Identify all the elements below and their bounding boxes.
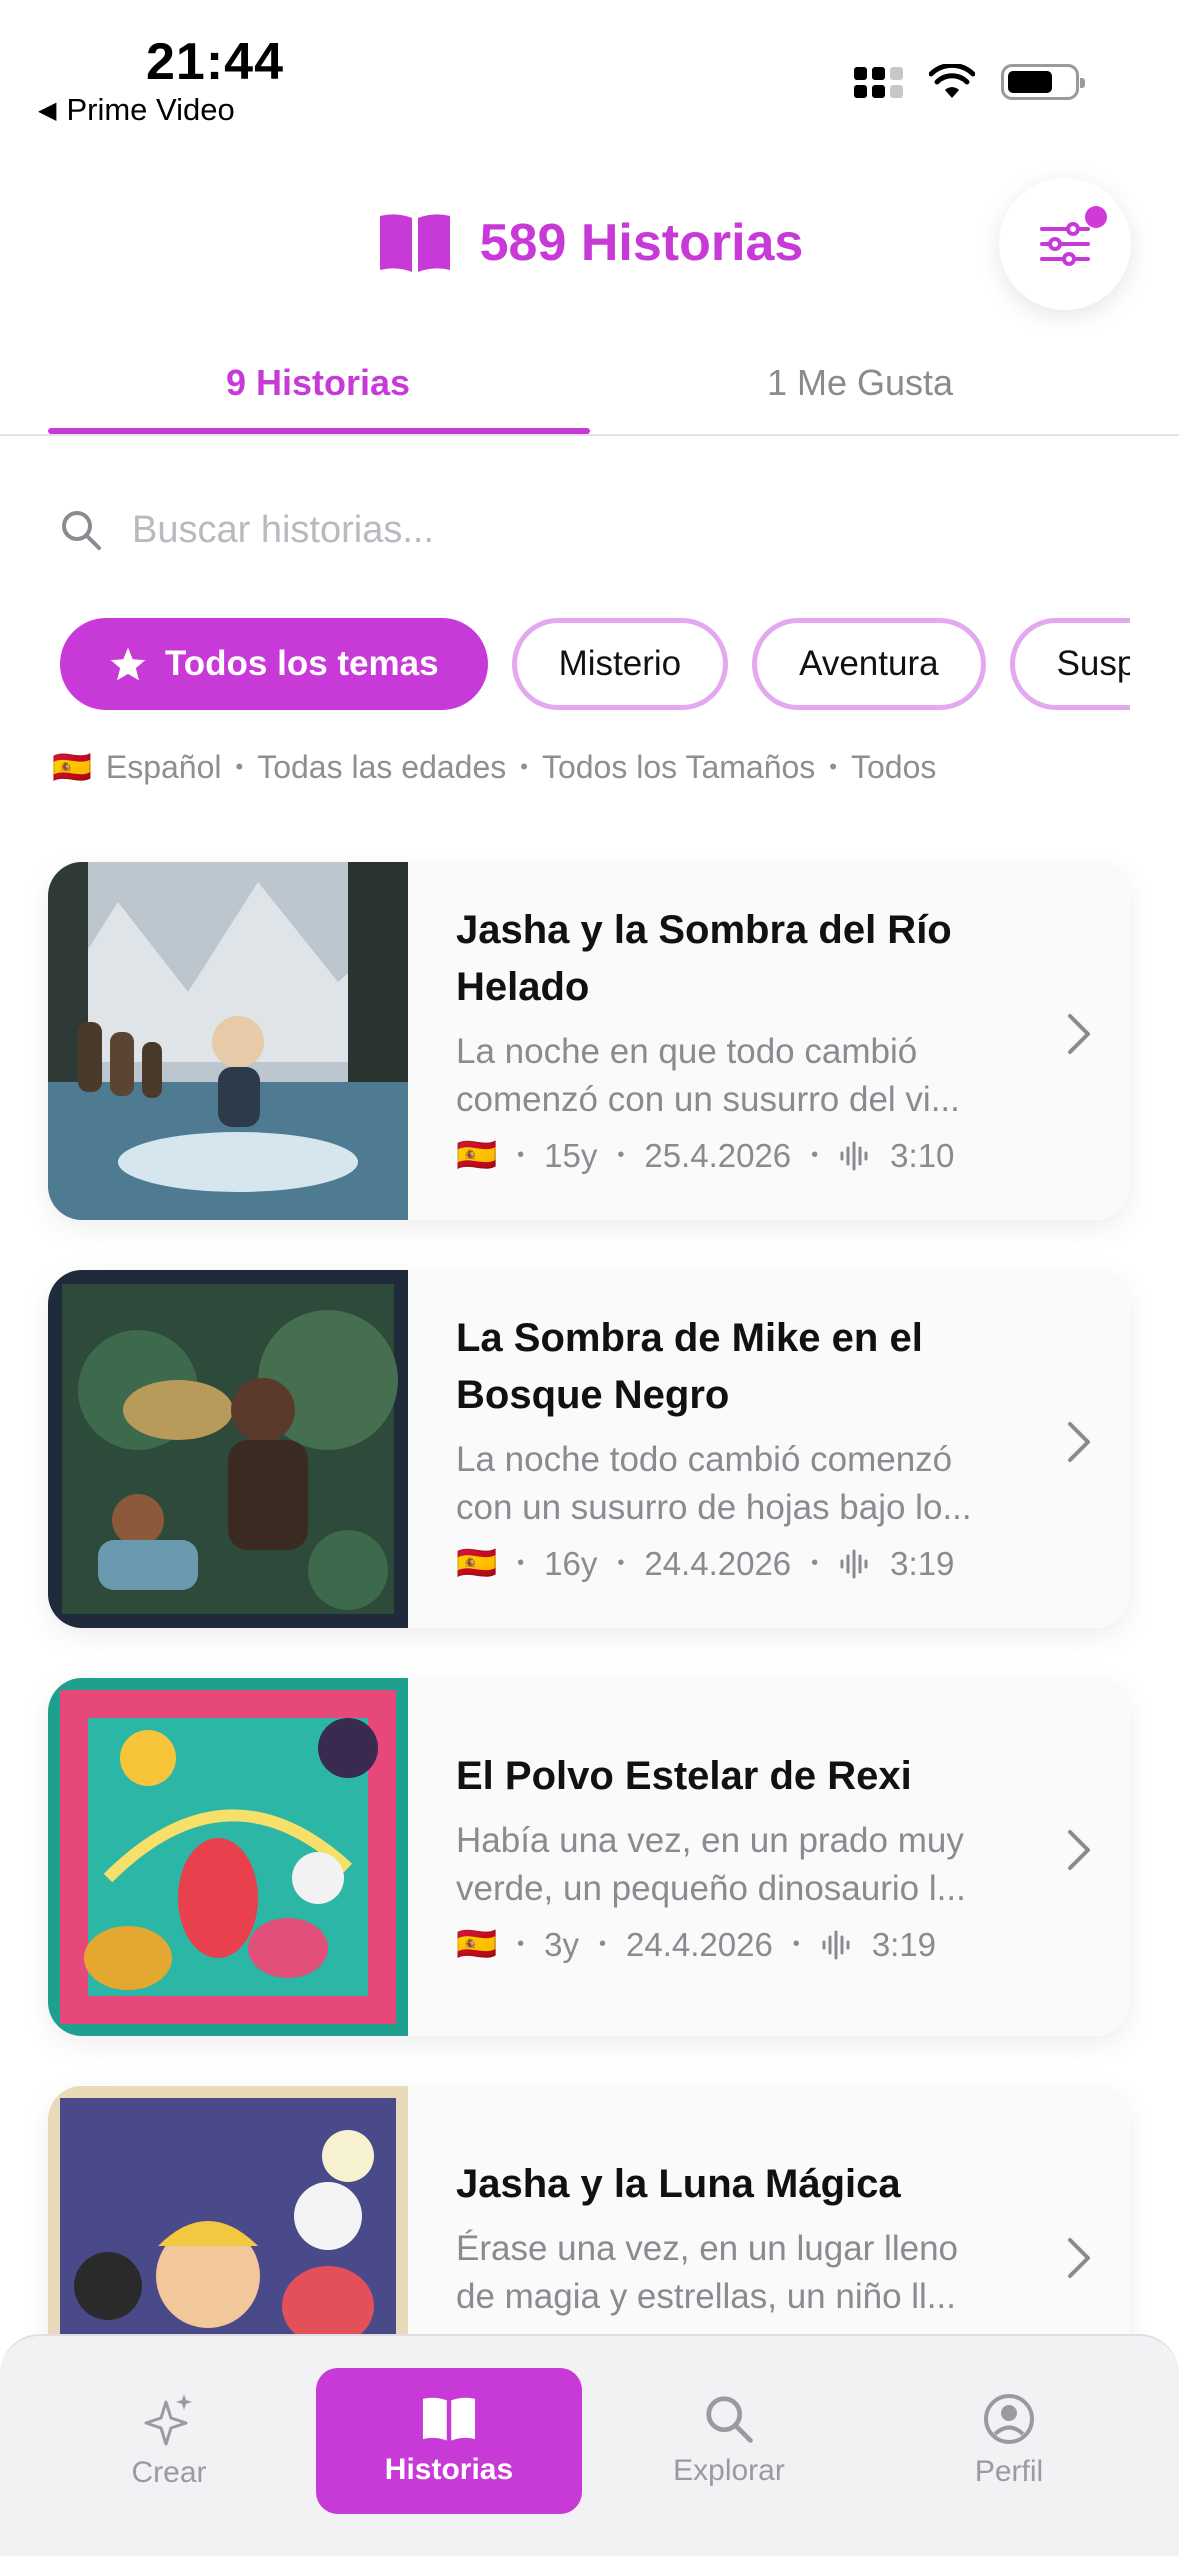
story-meta: 🇪🇸 • 15y • 25.4.2026 • 3:10 bbox=[456, 1136, 1056, 1175]
sliders-icon bbox=[1040, 222, 1090, 266]
story-meta: 🇪🇸 • 3y • 24.4.2026 • 3:19 bbox=[456, 1925, 1056, 1964]
story-duration: 3:19 bbox=[890, 1544, 955, 1582]
story-title: La Sombra de Mike en el Bosque Negro bbox=[456, 1316, 923, 1417]
story-card-body: Jasha y la Sombra del Río Helado La noch… bbox=[456, 902, 1056, 1175]
story-thumbnail bbox=[48, 862, 408, 1220]
chevron-right-icon bbox=[1068, 1830, 1090, 1870]
separator-dot: • bbox=[829, 754, 837, 779]
story-excerpt: Había una vez, en un prado muy verde, un… bbox=[456, 1821, 966, 1908]
story-duration: 3:10 bbox=[890, 1136, 955, 1174]
chevron-right-icon bbox=[1068, 1422, 1090, 1462]
separator-dot: • bbox=[811, 1144, 819, 1166]
story-age: 15y bbox=[544, 1136, 598, 1174]
search-icon bbox=[62, 511, 101, 550]
story-excerpt: La noche todo cambió comenzó con un susu… bbox=[456, 1440, 972, 1527]
nav-historias[interactable]: Historias bbox=[316, 2368, 582, 2514]
bottom-navigation: Crear Historias Explorar Perfil bbox=[0, 2334, 1179, 2556]
story-date: 25.4.2026 bbox=[644, 1136, 792, 1174]
story-title: Jasha y la Sombra del Río Helado bbox=[456, 908, 952, 1009]
filter-other: Todos bbox=[851, 748, 937, 785]
stories-count-title: 589 Historias bbox=[479, 214, 804, 272]
nav-label: Explorar bbox=[673, 2454, 785, 2487]
cellular-signal-icon bbox=[854, 66, 903, 98]
search-bar bbox=[60, 490, 1120, 570]
story-thumbnail bbox=[48, 1270, 408, 1628]
nav-label: Historias bbox=[384, 2453, 514, 2486]
story-thumbnail bbox=[48, 1678, 408, 2036]
story-age: 3y bbox=[544, 1925, 579, 1963]
tab-bar: 9 Historias 1 Me Gusta bbox=[0, 348, 1179, 436]
separator-dot: • bbox=[517, 1552, 525, 1574]
story-date: 24.4.2026 bbox=[625, 1925, 773, 1963]
status-time: 21:44 bbox=[146, 33, 284, 91]
nav-label: Perfil bbox=[974, 2455, 1044, 2488]
star-icon bbox=[110, 647, 146, 681]
story-card[interactable]: Jasha y la Sombra del Río Helado La noch… bbox=[48, 862, 1130, 1220]
filter-language: Español bbox=[105, 748, 222, 785]
story-card-body: La Sombra de Mike en el Bosque Negro La … bbox=[456, 1310, 1056, 1583]
story-age: 16y bbox=[544, 1544, 598, 1582]
profile-icon bbox=[984, 2394, 1034, 2444]
story-meta: 🇪🇸 • 16y • 24.4.2026 • 3:19 bbox=[456, 1544, 1056, 1583]
spain-flag-icon: 🇪🇸 bbox=[52, 749, 92, 785]
search-icon bbox=[706, 2396, 753, 2443]
filter-button[interactable] bbox=[999, 178, 1131, 310]
story-duration: 3:19 bbox=[871, 1925, 937, 1963]
back-to-app-link[interactable]: ◀ Prime Video bbox=[38, 92, 235, 128]
chip-misterio[interactable]: Misterio bbox=[511, 618, 729, 710]
separator-dot: • bbox=[617, 1144, 625, 1166]
chip-suspenso[interactable]: Suspenso bbox=[1009, 618, 1130, 710]
wifi-icon bbox=[929, 64, 975, 98]
nav-crear[interactable]: Crear bbox=[36, 2368, 302, 2514]
search-input[interactable] bbox=[132, 508, 1032, 552]
separator-dot: • bbox=[517, 1144, 525, 1166]
spain-flag-icon: 🇪🇸 bbox=[456, 1136, 498, 1173]
back-app-label: Prime Video bbox=[66, 92, 235, 127]
nav-perfil[interactable]: Perfil bbox=[876, 2368, 1142, 2514]
filter-sizes: Todos los Tamaños bbox=[541, 748, 816, 785]
story-excerpt: Érase una vez, en un lugar lleno de magi… bbox=[456, 2229, 958, 2316]
book-icon bbox=[379, 214, 450, 272]
book-icon bbox=[422, 2397, 476, 2441]
battery-icon bbox=[1001, 64, 1085, 100]
active-filters-summary[interactable]: 🇪🇸 Español • Todas las edades • Todos lo… bbox=[52, 748, 936, 786]
nav-label: Crear bbox=[131, 2456, 207, 2489]
spain-flag-icon: 🇪🇸 bbox=[456, 1544, 498, 1581]
chip-aventura[interactable]: Aventura bbox=[752, 618, 986, 710]
audio-waveform-icon bbox=[840, 1141, 868, 1170]
filter-active-badge bbox=[1085, 206, 1107, 228]
story-card[interactable]: La Sombra de Mike en el Bosque Negro La … bbox=[48, 1270, 1130, 1628]
separator-dot: • bbox=[517, 1933, 525, 1955]
spain-flag-icon: 🇪🇸 bbox=[456, 1925, 498, 1962]
story-card-body: El Polvo Estelar de Rexi Había una vez, … bbox=[456, 1748, 1056, 1964]
separator-dot: • bbox=[598, 1933, 606, 1955]
story-card-body: Jasha y la Luna Mágica Érase una vez, en… bbox=[456, 2156, 1056, 2321]
story-title: El Polvo Estelar de Rexi bbox=[456, 1754, 912, 1798]
separator-dot: • bbox=[811, 1552, 819, 1574]
tab-me-gusta[interactable]: 1 Me Gusta bbox=[590, 362, 1130, 404]
audio-waveform-icon bbox=[840, 1549, 868, 1578]
story-card[interactable]: El Polvo Estelar de Rexi Había una vez, … bbox=[48, 1678, 1130, 2036]
separator-dot: • bbox=[235, 754, 244, 779]
chevron-right-icon bbox=[1068, 2238, 1090, 2278]
chip-label: Todos los temas bbox=[165, 644, 439, 683]
status-bar: 21:44 ◀ Prime Video bbox=[0, 0, 1179, 140]
chevron-right-icon bbox=[1068, 1014, 1090, 1054]
separator-dot: • bbox=[617, 1552, 625, 1574]
status-icons bbox=[854, 64, 1085, 100]
separator-dot: • bbox=[520, 754, 528, 779]
separator-dot: • bbox=[792, 1933, 800, 1955]
nav-explorar[interactable]: Explorar bbox=[596, 2368, 862, 2514]
topic-chips: Todos los temas Misterio Aventura Suspen… bbox=[60, 618, 1130, 714]
story-title: Jasha y la Luna Mágica bbox=[456, 2162, 901, 2206]
chip-todos-los-temas[interactable]: Todos los temas bbox=[60, 618, 488, 710]
story-date: 24.4.2026 bbox=[644, 1544, 792, 1582]
back-triangle-icon: ◀ bbox=[38, 96, 57, 124]
tab-historias[interactable]: 9 Historias bbox=[48, 362, 588, 404]
filter-ages: Todas las edades bbox=[257, 748, 507, 785]
story-excerpt: La noche en que todo cambió comenzó con … bbox=[456, 1032, 960, 1119]
audio-waveform-icon bbox=[822, 1930, 850, 1959]
active-tab-indicator bbox=[48, 428, 590, 434]
sparkles-icon bbox=[144, 2394, 192, 2446]
